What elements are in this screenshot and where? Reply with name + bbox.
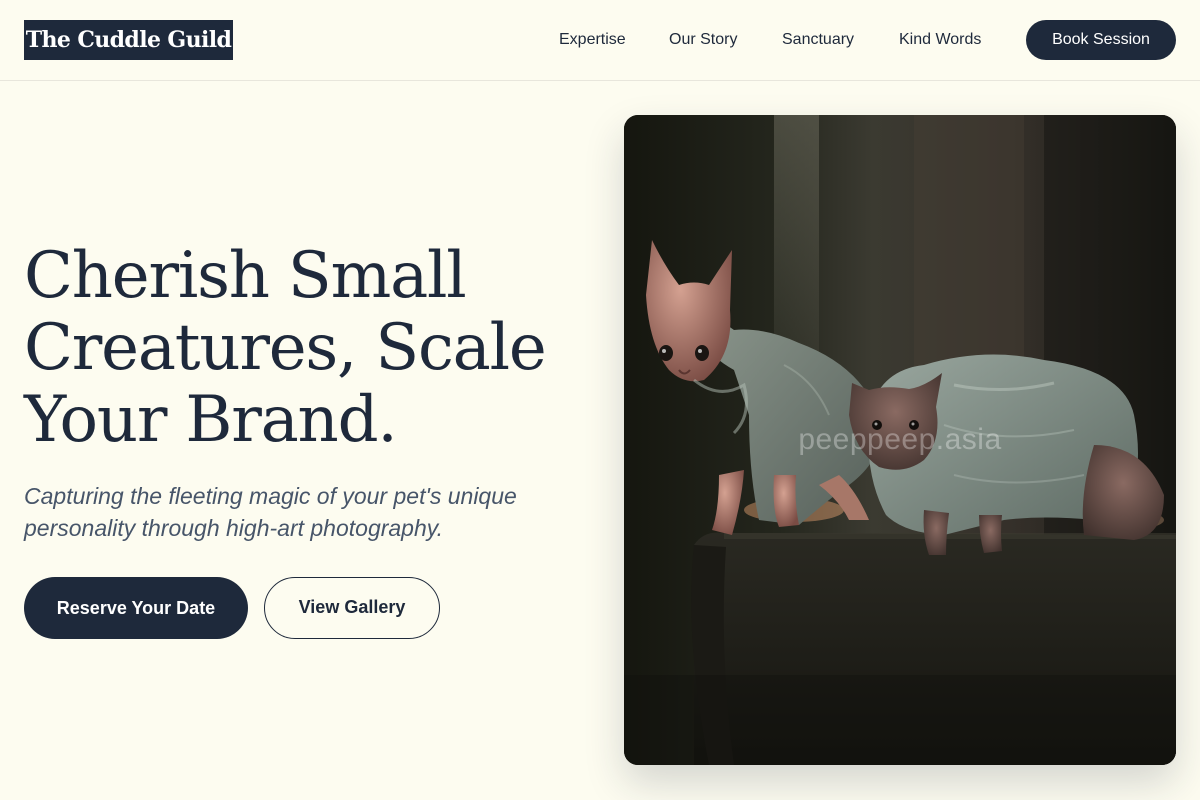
hero-headline-line-3: Your Brand. xyxy=(24,383,398,457)
photo-watermark: peeppeep.asia xyxy=(798,423,1002,456)
hero-headline-line-2: Creatures, Scale xyxy=(24,311,547,385)
nav-link-kind-words[interactable]: Kind Words xyxy=(899,29,981,51)
site-logo[interactable]: The Cuddle Guild xyxy=(24,20,233,60)
hero-headline-line-1: Cherish Small xyxy=(24,239,467,313)
view-gallery-button[interactable]: View Gallery xyxy=(264,577,440,639)
nav-link-sanctuary[interactable]: Sanctuary xyxy=(782,29,854,51)
reserve-date-button[interactable]: Reserve Your Date xyxy=(24,577,248,639)
hero-subtitle: Capturing the fleeting magic of your pet… xyxy=(24,483,517,541)
nav-link-our-story[interactable]: Our Story xyxy=(669,29,737,51)
hero-headline: Cherish Small Creatures, Scale Your Bran… xyxy=(24,240,604,456)
hero-photo: peeppeep.asia xyxy=(624,115,1176,765)
nav-link-expertise[interactable]: Expertise xyxy=(559,29,626,51)
site-header: The Cuddle Guild Expertise Our Story San… xyxy=(0,0,1200,81)
book-session-button[interactable]: Book Session xyxy=(1026,20,1176,60)
